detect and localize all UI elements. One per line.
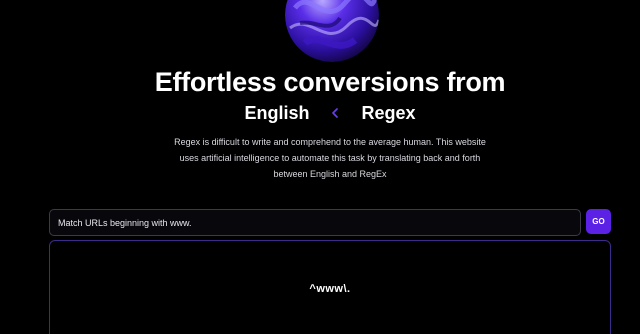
regex-output-panel: ^www\. [49, 240, 611, 334]
swap-arrow-icon[interactable] [329, 107, 341, 119]
english-query-input[interactable] [49, 209, 581, 236]
language-swap-row: English Regex [0, 101, 640, 125]
headline: Effortless conversions from [154, 67, 506, 97]
go-button[interactable]: GO [586, 209, 611, 234]
logo-orb-icon [285, 0, 379, 62]
target-language-label: Regex [361, 103, 416, 123]
regex-output-text[interactable]: ^www\. [50, 283, 610, 295]
page: Effortless conversions from English Rege… [0, 0, 640, 334]
source-language-label: English [244, 103, 310, 123]
description-text: Regex is difficult to write and comprehe… [174, 137, 486, 179]
converter-input-row: GO [49, 209, 611, 236]
